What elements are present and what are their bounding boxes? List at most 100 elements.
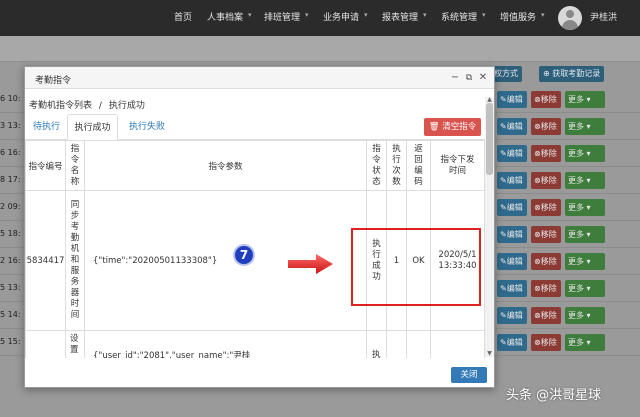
close-button[interactable]: 关闭: [451, 367, 487, 383]
header-param: 指令参数: [85, 140, 367, 191]
nav-system[interactable]: 系统管理: [441, 10, 477, 23]
breadcrumb-current: 执行成功: [108, 101, 145, 111]
tab-success[interactable]: 执行成功: [67, 114, 118, 140]
edit-button[interactable]: ✎编辑: [497, 145, 527, 162]
more-label: 更多: [568, 338, 584, 347]
delete-button[interactable]: ⊗移除: [531, 280, 561, 297]
scroll-thumb[interactable]: [486, 103, 493, 175]
close-icon[interactable]: ✕: [477, 72, 489, 84]
maximize-icon[interactable]: ⧉: [463, 72, 475, 84]
edit-icon: ✎: [500, 95, 507, 104]
header-count: 执行次数: [387, 140, 407, 191]
header-code: 返回编码: [407, 140, 431, 191]
edit-button[interactable]: ✎编辑: [497, 280, 527, 297]
chevron-down-icon: ▾: [482, 11, 486, 19]
nav-home[interactable]: 首页: [174, 10, 192, 23]
user-avatar[interactable]: [558, 6, 582, 30]
highlight-box: [351, 228, 481, 306]
edit-button[interactable]: ✎编辑: [497, 253, 527, 270]
more-button[interactable]: 更多 ▾: [565, 334, 605, 351]
edit-label: 编辑: [506, 284, 523, 293]
header-code-text: 返回编码: [414, 143, 423, 187]
more-button[interactable]: 更多 ▾: [565, 145, 605, 162]
more-label: 更多: [568, 149, 584, 158]
edit-label: 编辑: [506, 230, 523, 239]
nav-applications[interactable]: 业务申请: [323, 10, 359, 23]
trash-icon: 🗑: [428, 122, 443, 132]
breadcrumb-list[interactable]: 考勤机指令列表: [29, 101, 92, 111]
minimize-icon[interactable]: −: [449, 72, 461, 84]
row1-id-text: 5834417: [26, 255, 65, 266]
background-row-time: 5 15:: [0, 337, 21, 346]
delete-button[interactable]: ⊗移除: [531, 307, 561, 324]
background-row-time: 6 10:: [0, 94, 21, 103]
fetch-records-button[interactable]: ⊕ 获取考勤记录: [539, 66, 605, 82]
more-button[interactable]: 更多 ▾: [565, 226, 605, 243]
chevron-down-icon: ▾: [584, 176, 591, 185]
delete-button[interactable]: ⊗移除: [531, 91, 561, 108]
delete-icon: ⊗: [534, 257, 541, 266]
chevron-down-icon: ▾: [541, 11, 545, 19]
header-time-text: 指令下发时间: [440, 154, 475, 176]
delete-button[interactable]: ⊗移除: [531, 118, 561, 135]
edit-icon: ✎: [500, 176, 507, 185]
more-button[interactable]: 更多 ▾: [565, 91, 605, 108]
delete-button[interactable]: ⊗移除: [531, 172, 561, 189]
chevron-down-icon: ▾: [584, 284, 591, 293]
red-arrow-icon: [288, 254, 333, 274]
delete-icon: ⊗: [534, 176, 541, 185]
user-name[interactable]: 尹桂洪: [590, 10, 617, 23]
chevron-down-icon: ▾: [584, 257, 591, 266]
edit-button[interactable]: ✎编辑: [497, 199, 527, 216]
edit-button[interactable]: ✎编辑: [497, 172, 527, 189]
delete-button[interactable]: ⊗移除: [531, 145, 561, 162]
chevron-down-icon: ▾: [248, 11, 252, 19]
header-status: 指令状态: [367, 140, 387, 191]
top-nav: 首页 人事档案 排班管理 业务申请 报表管理 系统管理 增值服务 ▾ ▾ ▾ ▾…: [0, 0, 640, 36]
edit-icon: ✎: [500, 284, 507, 293]
chevron-down-icon: ▾: [364, 11, 368, 19]
nav-value-added[interactable]: 增值服务: [500, 10, 536, 23]
scroll-down-icon[interactable]: ▼: [486, 351, 493, 357]
row1-id: 5834417: [25, 191, 66, 331]
more-button[interactable]: 更多 ▾: [565, 253, 605, 270]
more-button[interactable]: 更多 ▾: [565, 280, 605, 297]
delete-button[interactable]: ⊗移除: [531, 334, 561, 351]
more-button[interactable]: 更多 ▾: [565, 199, 605, 216]
delete-button[interactable]: ⊗移除: [531, 199, 561, 216]
more-button[interactable]: 更多 ▾: [565, 172, 605, 189]
more-button[interactable]: 更多 ▾: [565, 118, 605, 135]
background-row-time: 3 13:: [0, 121, 21, 130]
background-row-time: 5 13:: [0, 283, 21, 292]
more-button[interactable]: 更多 ▾: [565, 307, 605, 324]
delete-icon: ⊗: [534, 149, 541, 158]
edit-button[interactable]: ✎编辑: [497, 334, 527, 351]
more-label: 更多: [568, 203, 584, 212]
delete-icon: ⊗: [534, 338, 541, 347]
delete-button[interactable]: ⊗移除: [531, 253, 561, 270]
row1-name: 同步考勤机和服务器时间: [66, 191, 85, 331]
nav-personnel[interactable]: 人事档案: [207, 10, 243, 23]
nav-reports[interactable]: 报表管理: [382, 10, 418, 23]
header-status-text: 指令状态: [372, 143, 381, 187]
more-label: 更多: [568, 311, 584, 320]
tab-failed[interactable]: 执行失败: [125, 114, 169, 140]
edit-button[interactable]: ✎编辑: [497, 307, 527, 324]
chevron-down-icon: ▾: [305, 11, 309, 19]
background-row-time: 6 16:: [0, 148, 21, 157]
edit-button[interactable]: ✎编辑: [497, 226, 527, 243]
edit-button[interactable]: ✎编辑: [497, 91, 527, 108]
edit-icon: ✎: [500, 122, 507, 131]
chevron-down-icon: ▾: [584, 203, 591, 212]
delete-button[interactable]: ⊗移除: [531, 226, 561, 243]
edit-button[interactable]: ✎编辑: [497, 118, 527, 135]
delete-label: 移除: [540, 257, 557, 266]
nav-schedule[interactable]: 排班管理: [264, 10, 300, 23]
chevron-down-icon: ▾: [584, 311, 591, 320]
dialog-scrollbar[interactable]: ▲ ▼: [485, 97, 494, 357]
tab-pending[interactable]: 待执行: [29, 114, 64, 140]
header-name: 指令名称: [66, 140, 85, 191]
chevron-down-icon: ▾: [584, 95, 591, 104]
chevron-down-icon: ▾: [423, 11, 427, 19]
clear-commands-button[interactable]: 🗑 清空指令: [424, 118, 481, 136]
